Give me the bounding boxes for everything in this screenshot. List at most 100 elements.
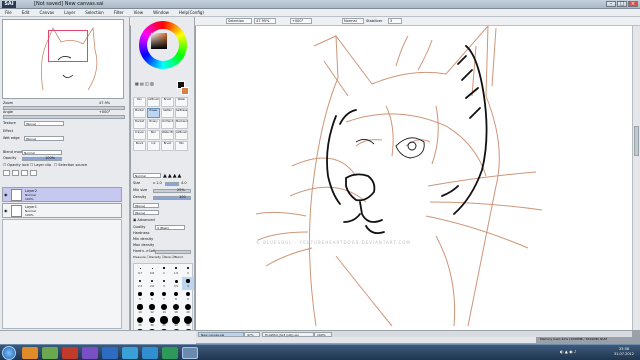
tool-bucket[interactable]: Bucket	[133, 119, 146, 129]
skype-icon[interactable]	[122, 347, 138, 359]
opacity-slider[interactable]	[22, 157, 62, 161]
brush-size-cell[interactable]: 35	[158, 316, 170, 329]
blend-mode-select[interactable]: Normal	[22, 150, 62, 155]
brush-mode-select[interactable]: Normal	[133, 173, 161, 178]
sai-taskbar-icon[interactable]	[182, 347, 198, 359]
messenger-icon[interactable]	[142, 347, 158, 359]
layer-item[interactable]: ◉ Layer2 Normal 100%	[2, 187, 122, 202]
visual-studio-icon[interactable]	[82, 347, 98, 359]
brush-size-cell[interactable]: 7	[158, 290, 170, 303]
menu-help[interactable]: Help(Config)	[174, 10, 209, 15]
clock[interactable]: 23:58 31.07.2012	[610, 347, 638, 357]
brush-size-cell[interactable]: 10	[134, 303, 146, 316]
brush-size-cell[interactable]: 40	[170, 316, 182, 329]
menu-edit[interactable]: Edit	[17, 10, 35, 15]
brush-size-cell[interactable]: 2	[182, 264, 194, 277]
start-button[interactable]	[2, 346, 16, 360]
brush-size-cell[interactable]: 0.8	[146, 264, 158, 277]
brush-size-cell[interactable]: 0.7	[134, 264, 146, 277]
brush-size-cell[interactable]: 12	[146, 303, 158, 316]
brush-size-cell[interactable]: 16	[170, 303, 182, 316]
tool-mechanic[interactable]: Mechanic	[175, 119, 188, 129]
brush-size-cell[interactable]: 8	[170, 290, 182, 303]
word-icon[interactable]	[102, 347, 118, 359]
brush-tip-shapes[interactable]: ▲▲▲▲	[163, 173, 182, 179]
tool-airbrush[interactable]: AirBrush	[147, 97, 160, 107]
drawing-canvas[interactable]: © BLUESOUL - YOUTUBEHEARTDOGS.DEVIANTART…	[196, 24, 632, 330]
wet-edge-select[interactable]: [None]	[24, 136, 64, 141]
new-layer-button[interactable]	[3, 170, 10, 176]
color-wheel[interactable]	[139, 21, 187, 69]
tool-selpen[interactable]: SelPen	[161, 108, 174, 118]
brush-size-cell[interactable]: 50	[182, 316, 194, 329]
tool-pen[interactable]: Pen	[133, 97, 146, 107]
nav-angle-slider[interactable]	[3, 115, 125, 119]
brush-size-cell[interactable]: 9	[182, 290, 194, 303]
new-folder-button[interactable]	[12, 170, 19, 176]
navigator-view-frame[interactable]	[48, 30, 88, 62]
firefox-icon[interactable]	[22, 347, 38, 359]
tool-binary[interactable]: Binary	[147, 119, 160, 129]
delete-layer-button[interactable]	[30, 170, 37, 176]
color-mode-icons[interactable]: ▦ ▤ ◫ ▧	[135, 81, 154, 86]
menu-selection[interactable]: Selection	[80, 10, 108, 15]
angle-field[interactable]: +000°	[290, 18, 312, 24]
hard-soft-slider[interactable]	[155, 250, 191, 254]
tool-eraser[interactable]: Eraser	[147, 108, 160, 118]
eye-icon[interactable]: ◉	[4, 208, 8, 213]
maximize-button[interactable]: □	[617, 1, 627, 7]
menu-filter[interactable]: Filter	[109, 10, 129, 15]
min-size-slider[interactable]	[153, 189, 191, 193]
stabilizer-select[interactable]: 3	[388, 18, 402, 24]
selection-source-checkbox[interactable]: ☐ Selection source	[54, 163, 87, 168]
menu-canvas[interactable]: Canvas	[34, 10, 59, 15]
menu-layer[interactable]: Layer	[59, 10, 80, 15]
opacity-lock-checkbox[interactable]: ☐ Opacity lock	[3, 163, 29, 168]
brush-size-slider[interactable]	[165, 182, 179, 186]
blend-select[interactable]: Normal	[342, 18, 364, 24]
minimize-button[interactable]: –	[606, 1, 616, 7]
menu-view[interactable]: View	[129, 10, 149, 15]
tool-brush[interactable]: Brush	[161, 97, 174, 107]
advanced-toggle[interactable]: ▣ Advanced	[133, 218, 155, 223]
vertical-scrollbar[interactable]	[632, 26, 640, 330]
tool-oil-paint[interactable]: Oil Paint	[161, 119, 174, 129]
layer-clip-checkbox[interactable]: ☐ Layer clip	[30, 163, 51, 168]
brush-size-cell[interactable]: 6	[146, 290, 158, 303]
brush-texture-select[interactable]: [None]	[133, 210, 159, 215]
tool-selerase[interactable]: SelErase	[175, 108, 188, 118]
brush-size-cell[interactable]: 3.5	[170, 277, 182, 290]
brush-size-cell[interactable]: 20	[182, 303, 194, 316]
horizontal-scrollbar[interactable]	[196, 337, 536, 343]
layer-item[interactable]: ◉ Layer1 Normal 100%	[2, 203, 122, 218]
brush-size-mult[interactable]: x 1.0	[153, 181, 162, 186]
brush-size-cell[interactable]: 2.3	[134, 277, 146, 290]
navigator-preview[interactable]	[2, 19, 124, 99]
pressure-blend-label[interactable]: Blend	[174, 255, 183, 259]
brush-size-cell[interactable]: 2.6	[146, 277, 158, 290]
selection-toggle[interactable]: Selection	[226, 18, 252, 24]
tool-blur[interactable]: Blur	[147, 130, 160, 140]
brush-size-cell[interactable]: 25	[134, 316, 146, 329]
tool-water-blend[interactable]: Water Bl	[161, 130, 174, 140]
pressure-size-label[interactable]: Size	[165, 255, 171, 259]
color-square[interactable]	[151, 33, 167, 49]
brush-size-cell[interactable]: 5	[134, 290, 146, 303]
scrollbar-thumb[interactable]	[634, 126, 639, 156]
tool-ink[interactable]: Ink	[147, 141, 160, 151]
tool-pencil[interactable]: Pencil	[133, 141, 146, 151]
menu-file[interactable]: File	[0, 10, 17, 15]
brush-size-cell[interactable]: 30	[146, 316, 158, 329]
brush-size-cell[interactable]: 1	[158, 264, 170, 277]
background-color-swatch[interactable]	[181, 87, 189, 95]
brush-size-cell[interactable]: 4	[182, 277, 194, 290]
brush-size-cell[interactable]: 14	[158, 303, 170, 316]
close-button[interactable]: ×	[628, 1, 638, 7]
pressure-density-label[interactable]: Density	[149, 255, 160, 259]
tool-crayon[interactable]: Crayon	[133, 130, 146, 140]
texture-select[interactable]: [None]	[24, 121, 64, 126]
merge-layer-button[interactable]	[21, 170, 28, 176]
system-tray-icons[interactable]: ◐ ▲ ◉ ♪	[560, 349, 576, 354]
menu-window[interactable]: Window	[148, 10, 174, 15]
tool-water[interactable]: Water	[175, 97, 188, 107]
